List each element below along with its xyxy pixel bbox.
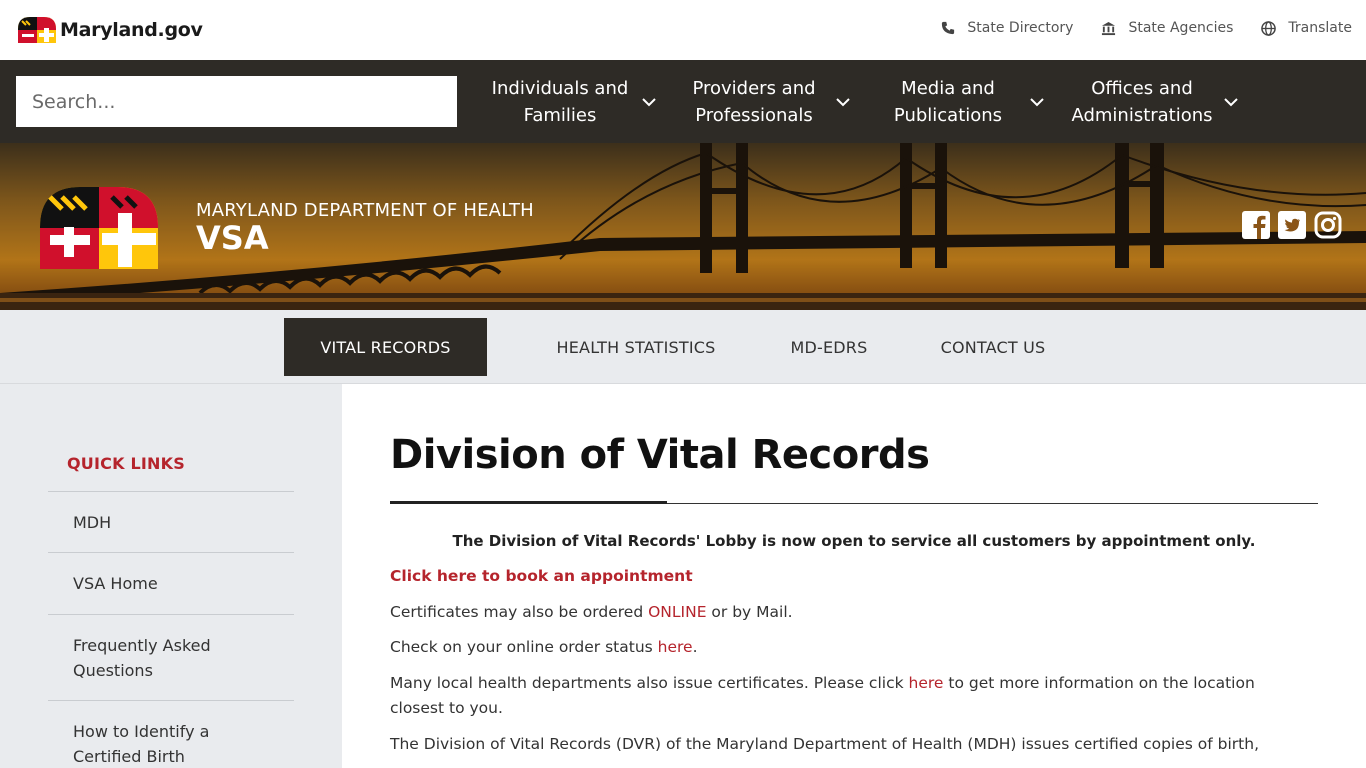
phone-icon xyxy=(942,21,955,35)
quick-link-label: VSA Home xyxy=(73,574,158,593)
hero-banner: MARYLAND DEPARTMENT OF HEALTH VSA xyxy=(0,143,1366,310)
page-title: Division of Vital Records xyxy=(390,432,930,478)
nav-providers-professionals[interactable]: Providers and Professionals xyxy=(674,74,850,130)
tab-vital-records[interactable]: VITAL RECORDS xyxy=(284,318,487,376)
department-name: MARYLAND DEPARTMENT OF HEALTH xyxy=(196,200,534,221)
nav-label: Individuals and Families xyxy=(480,75,640,129)
chevron-down-icon xyxy=(836,98,850,107)
nav-individuals-families[interactable]: Individuals and Families xyxy=(480,74,656,130)
maryland-gov-logo[interactable]: Maryland.gov xyxy=(16,15,203,45)
state-directory-link[interactable]: State Directory xyxy=(941,20,1073,36)
state-agencies-link[interactable]: State Agencies xyxy=(1101,20,1233,36)
nav-media-publications[interactable]: Media and Publications xyxy=(868,74,1044,130)
local-departments-link[interactable]: here xyxy=(909,674,944,692)
translate-label: Translate xyxy=(1288,20,1352,36)
quick-links-list: MDH VSA Home Frequently Asked Questions … xyxy=(48,491,294,768)
text-segment: Check on your online order status xyxy=(390,638,658,656)
quick-link-label: How to Identify a Certified Birth xyxy=(73,722,210,766)
quick-link-vsa-home[interactable]: VSA Home xyxy=(48,552,294,614)
nav-label-line2: Professionals xyxy=(695,105,813,126)
order-online-link[interactable]: ONLINE xyxy=(648,603,706,621)
instagram-icon[interactable] xyxy=(1314,211,1342,239)
tab-md-edrs[interactable]: MD-EDRS xyxy=(770,318,888,376)
globe-icon xyxy=(1261,20,1277,36)
quick-link-mdh[interactable]: MDH xyxy=(48,491,294,552)
nav-label-line1: Media and xyxy=(901,78,995,99)
nav-label-line1: Providers and xyxy=(692,78,816,99)
quick-links-sidebar: QUICK LINKS MDH VSA Home Frequently Aske… xyxy=(0,384,342,768)
utility-links: State Directory State Agencies Translate xyxy=(913,0,1352,56)
logo-text: Maryland.gov xyxy=(60,19,203,41)
local-departments-paragraph: Many local health departments also issue… xyxy=(390,671,1290,721)
twitter-icon[interactable] xyxy=(1278,211,1306,239)
text-segment: Many local health departments also issue… xyxy=(390,674,909,692)
order-paragraph: Certificates may also be ordered ONLINE … xyxy=(390,600,1290,625)
top-utility-bar: Maryland.gov State Directory State Agenc… xyxy=(0,0,1366,60)
appointment-paragraph: Click here to book an appointment xyxy=(390,564,1290,589)
quick-link-label: Frequently Asked Questions xyxy=(73,635,211,680)
nav-label-line2: Administrations xyxy=(1071,105,1213,126)
unit-name: VSA xyxy=(196,219,269,257)
state-directory-label: State Directory xyxy=(967,20,1074,36)
facebook-icon[interactable] xyxy=(1242,211,1270,239)
book-appointment-link[interactable]: Click here to book an appointment xyxy=(390,567,693,585)
chevron-down-icon xyxy=(1030,98,1044,107)
section-subnav: VITAL RECORDS HEALTH STATISTICS MD-EDRS … xyxy=(0,310,1366,384)
title-underline xyxy=(390,501,667,504)
lobby-notice: The Division of Vital Records' Lobby is … xyxy=(452,532,1256,550)
nav-label-line2: Families xyxy=(523,105,597,126)
nav-label-line1: Offices and xyxy=(1091,78,1193,99)
order-status-link[interactable]: here xyxy=(658,638,693,656)
mdh-seal-logo xyxy=(40,187,158,269)
dvr-description-paragraph: The Division of Vital Records (DVR) of t… xyxy=(390,735,1259,753)
chevron-down-icon xyxy=(642,98,656,107)
quick-link-faq[interactable]: Frequently Asked Questions xyxy=(48,614,294,700)
nav-label: Providers and Professionals xyxy=(674,75,834,129)
capitol-building-icon xyxy=(1102,21,1116,35)
nav-label: Media and Publications xyxy=(868,75,1028,129)
tab-contact-us[interactable]: CONTACT US xyxy=(922,318,1064,376)
maryland-flag-icon xyxy=(16,15,58,45)
text-segment: . xyxy=(692,638,698,656)
tab-health-statistics[interactable]: HEALTH STATISTICS xyxy=(536,318,736,376)
text-segment: or by Mail. xyxy=(706,603,793,621)
translate-link[interactable]: Translate xyxy=(1261,20,1352,36)
quick-link-identify-certified-birth[interactable]: How to Identify a Certified Birth xyxy=(48,700,294,768)
main-navbar: Individuals and Families Providers and P… xyxy=(0,60,1366,143)
quick-links-title: QUICK LINKS xyxy=(67,454,185,473)
quick-link-label: MDH xyxy=(73,512,112,532)
nav-label-line2: Publications xyxy=(893,105,1003,126)
search-input[interactable] xyxy=(16,76,457,127)
order-status-paragraph: Check on your online order status here. xyxy=(390,635,1290,660)
chevron-down-icon xyxy=(1224,98,1238,107)
nav-label-line1: Individuals and xyxy=(491,78,629,99)
nav-offices-administrations[interactable]: Offices and Administrations xyxy=(1062,74,1238,130)
text-segment: Certificates may also be ordered xyxy=(390,603,649,621)
nav-label: Offices and Administrations xyxy=(1062,75,1222,129)
state-agencies-label: State Agencies xyxy=(1128,20,1234,36)
